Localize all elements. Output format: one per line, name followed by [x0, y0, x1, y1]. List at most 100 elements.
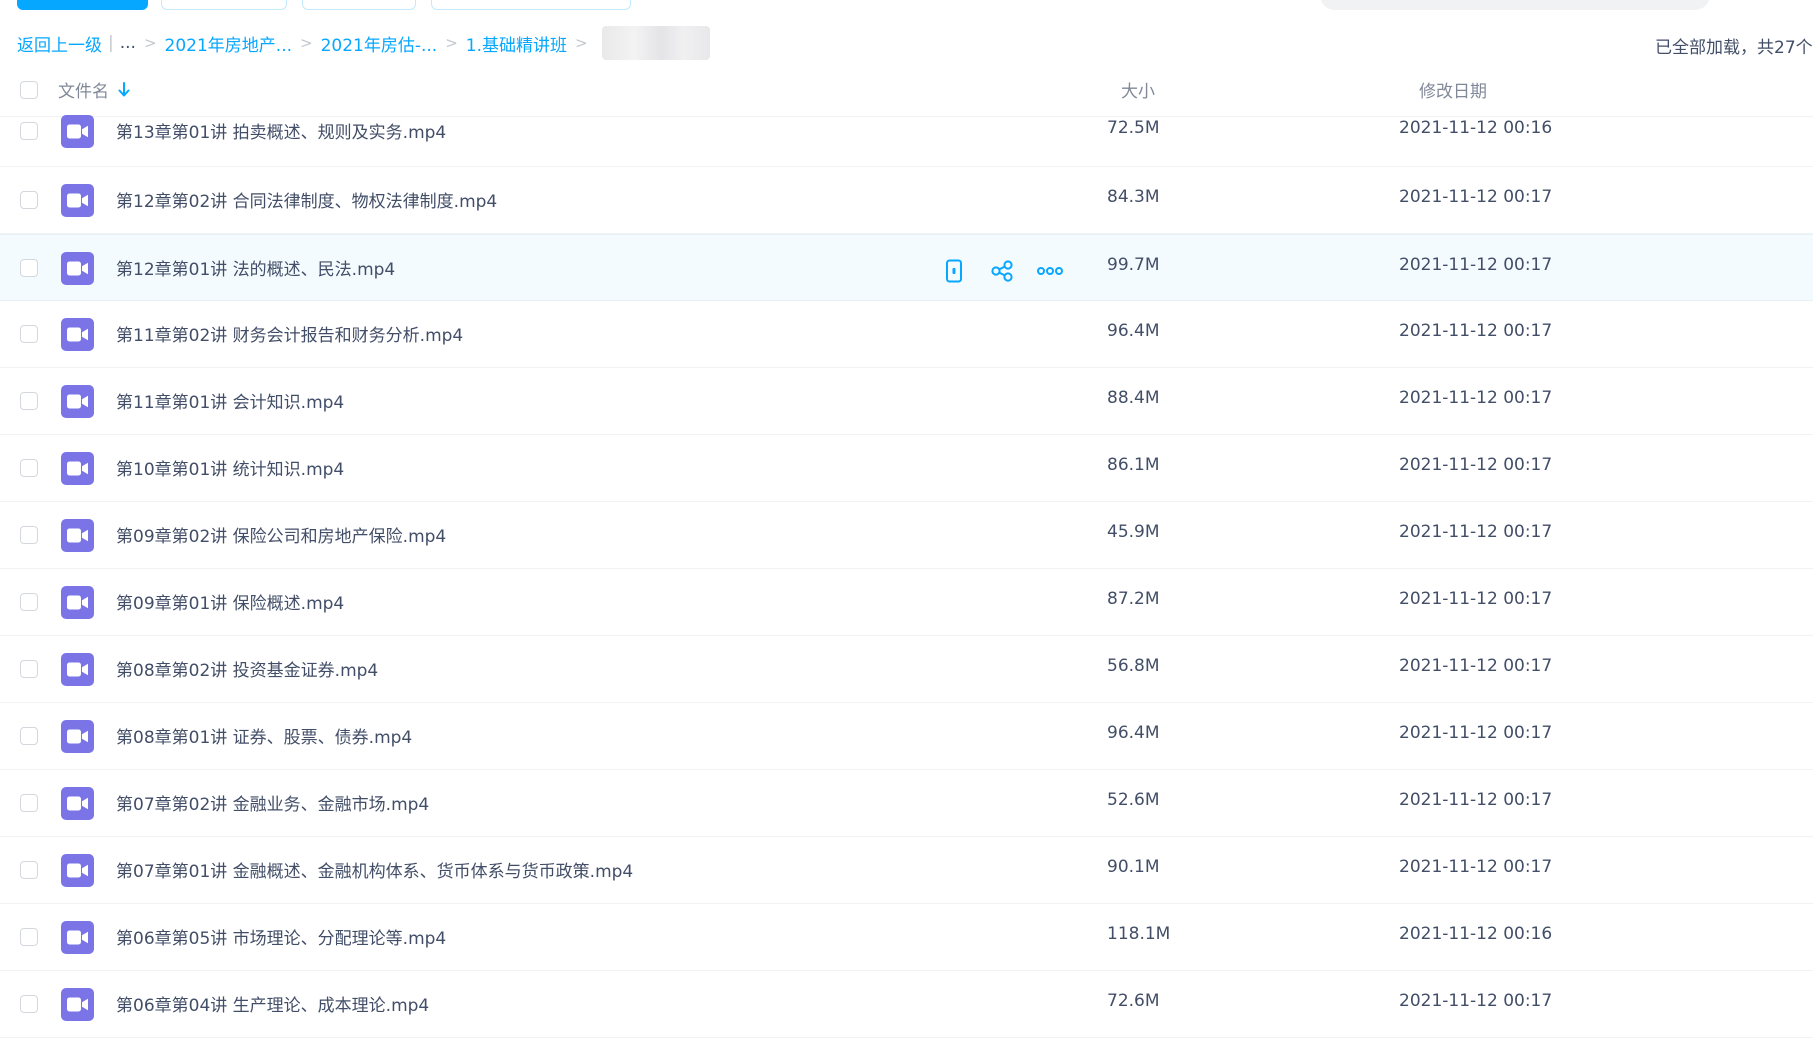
- table-row[interactable]: 第09章第01讲 保险概述.mp4 87.2M 2021-11-12 00:17: [0, 569, 1813, 636]
- breadcrumb-item[interactable]: 2021年房地产...: [165, 31, 292, 56]
- breadcrumb-item[interactable]: 2021年房估-...: [321, 31, 438, 56]
- video-file-icon: [61, 115, 94, 148]
- file-size: 52.6M: [1107, 790, 1160, 810]
- video-file-icon: [61, 720, 94, 753]
- row-checkbox[interactable]: [20, 526, 38, 544]
- video-file-icon: [61, 385, 94, 418]
- file-modified-date: 2021-11-12 00:17: [1399, 790, 1553, 810]
- file-name[interactable]: 第11章第01讲 会计知识.mp4: [116, 388, 344, 413]
- chevron-right-icon: >: [143, 34, 157, 52]
- search-input[interactable]: [1320, 0, 1710, 10]
- row-checkbox[interactable]: [20, 727, 38, 745]
- offline-download-button[interactable]: [302, 0, 416, 10]
- load-status-text: 已全部加载，共27个: [1655, 38, 1813, 58]
- more-tools-button[interactable]: [431, 0, 631, 10]
- row-checkbox[interactable]: [20, 593, 38, 611]
- row-checkbox[interactable]: [20, 928, 38, 946]
- video-file-icon: [61, 252, 94, 285]
- video-file-icon: [61, 184, 94, 217]
- row-checkbox[interactable]: [20, 122, 38, 140]
- video-file-icon: [61, 318, 94, 351]
- file-browser-page: 返回上一级 | ... > 2021年房地产... > 2021年房估-... …: [0, 0, 1813, 1062]
- phone-icon: [946, 259, 962, 283]
- table-row[interactable]: 第10章第01讲 统计知识.mp4 86.1M 2021-11-12 00:17: [0, 435, 1813, 502]
- breadcrumb-divider: |: [108, 33, 114, 53]
- send-to-phone-button[interactable]: [940, 257, 968, 285]
- file-name[interactable]: 第10章第01讲 统计知识.mp4: [116, 455, 344, 480]
- file-name[interactable]: 第07章第02讲 金融业务、金融市场.mp4: [116, 790, 429, 815]
- file-size: 56.8M: [1107, 656, 1160, 676]
- file-name[interactable]: 第09章第02讲 保险公司和房地产保险.mp4: [116, 522, 446, 547]
- video-file-icon: [61, 921, 94, 954]
- file-modified-date: 2021-11-12 00:16: [1399, 924, 1553, 944]
- arrow-down-icon: [118, 81, 130, 96]
- column-header-size[interactable]: 大小: [1121, 77, 1155, 102]
- file-name[interactable]: 第06章第05讲 市场理论、分配理论等.mp4: [116, 924, 446, 949]
- column-header-date[interactable]: 修改日期: [1419, 77, 1487, 102]
- video-file-icon: [61, 452, 94, 485]
- breadcrumb: 返回上一级 | ... > 2021年房地产... > 2021年房估-... …: [17, 26, 710, 60]
- video-file-icon: [61, 519, 94, 552]
- file-size: 96.4M: [1107, 321, 1160, 341]
- file-name[interactable]: 第07章第01讲 金融概述、金融机构体系、货币体系与货币政策.mp4: [116, 857, 633, 882]
- file-name[interactable]: 第09章第01讲 保险概述.mp4: [116, 589, 344, 614]
- table-row[interactable]: 第08章第01讲 证券、股票、债券.mp4 96.4M 2021-11-12 0…: [0, 703, 1813, 770]
- file-modified-date: 2021-11-12 00:17: [1399, 522, 1553, 542]
- file-size: 72.5M: [1107, 118, 1160, 138]
- select-all-checkbox[interactable]: [20, 81, 38, 99]
- back-link[interactable]: 返回上一级: [17, 31, 102, 56]
- table-row[interactable]: 第13章第01讲 拍卖概述、规则及实务.mp4 72.5M 2021-11-12…: [0, 100, 1813, 167]
- more-icon: [1037, 267, 1063, 275]
- file-name[interactable]: 第06章第04讲 生产理论、成本理论.mp4: [116, 991, 429, 1016]
- table-row[interactable]: 第08章第02讲 投资基金证券.mp4 56.8M 2021-11-12 00:…: [0, 636, 1813, 703]
- file-modified-date: 2021-11-12 00:17: [1399, 187, 1553, 207]
- breadcrumb-item[interactable]: 1.基础精讲班: [466, 31, 567, 56]
- file-size: 90.1M: [1107, 857, 1160, 877]
- file-size: 87.2M: [1107, 589, 1160, 609]
- share-button[interactable]: [988, 257, 1016, 285]
- file-name[interactable]: 第08章第02讲 投资基金证券.mp4: [116, 656, 378, 681]
- row-checkbox[interactable]: [20, 861, 38, 879]
- file-name[interactable]: 第12章第01讲 法的概述、民法.mp4: [116, 255, 395, 280]
- row-checkbox[interactable]: [20, 392, 38, 410]
- row-checkbox[interactable]: [20, 794, 38, 812]
- row-checkbox[interactable]: [20, 259, 38, 277]
- table-row[interactable]: 第11章第02讲 财务会计报告和财务分析.mp4 96.4M 2021-11-1…: [0, 301, 1813, 368]
- file-list: 第13章第01讲 拍卖概述、规则及实务.mp4 72.5M 2021-11-12…: [0, 100, 1813, 1038]
- table-row[interactable]: 第07章第02讲 金融业务、金融市场.mp4 52.6M 2021-11-12 …: [0, 770, 1813, 837]
- table-row[interactable]: 第06章第05讲 市场理论、分配理论等.mp4 118.1M 2021-11-1…: [0, 904, 1813, 971]
- row-checkbox[interactable]: [20, 660, 38, 678]
- file-name[interactable]: 第12章第02讲 合同法律制度、物权法律制度.mp4: [116, 187, 497, 212]
- row-checkbox[interactable]: [20, 995, 38, 1013]
- table-row[interactable]: 第06章第04讲 生产理论、成本理论.mp4 72.6M 2021-11-12 …: [0, 971, 1813, 1038]
- new-folder-button[interactable]: [161, 0, 287, 10]
- more-actions-button[interactable]: [1036, 257, 1064, 285]
- table-row[interactable]: 第12章第02讲 合同法律制度、物权法律制度.mp4 84.3M 2021-11…: [0, 167, 1813, 234]
- file-size: 72.6M: [1107, 991, 1160, 1011]
- file-name[interactable]: 第13章第01讲 拍卖概述、规则及实务.mp4: [116, 118, 446, 143]
- upload-button[interactable]: [17, 0, 148, 10]
- video-file-icon: [61, 653, 94, 686]
- row-actions: [940, 257, 1084, 285]
- row-checkbox[interactable]: [20, 459, 38, 477]
- table-row[interactable]: 第11章第01讲 会计知识.mp4 88.4M 2021-11-12 00:17: [0, 368, 1813, 435]
- table-row[interactable]: 第07章第01讲 金融概述、金融机构体系、货币体系与货币政策.mp4 90.1M…: [0, 837, 1813, 904]
- video-file-icon: [61, 787, 94, 820]
- file-name[interactable]: 第11章第02讲 财务会计报告和财务分析.mp4: [116, 321, 463, 346]
- file-name[interactable]: 第08章第01讲 证券、股票、债券.mp4: [116, 723, 412, 748]
- file-size: 45.9M: [1107, 522, 1160, 542]
- file-modified-date: 2021-11-12 00:17: [1399, 388, 1553, 408]
- file-size: 86.1M: [1107, 455, 1160, 475]
- chevron-right-icon: >: [575, 34, 588, 52]
- file-modified-date: 2021-11-12 00:17: [1399, 656, 1553, 676]
- file-modified-date: 2021-11-12 00:16: [1399, 118, 1553, 138]
- row-checkbox[interactable]: [20, 325, 38, 343]
- row-checkbox[interactable]: [20, 191, 38, 209]
- file-modified-date: 2021-11-12 00:17: [1399, 255, 1553, 275]
- file-size: 99.7M: [1107, 255, 1160, 275]
- breadcrumb-ellipsis[interactable]: ...: [120, 33, 136, 53]
- table-row[interactable]: 第12章第01讲 法的概述、民法.mp4 99.7M 2021-11-12 00…: [0, 234, 1813, 301]
- table-row[interactable]: 第09章第02讲 保险公司和房地产保险.mp4 45.9M 2021-11-12…: [0, 502, 1813, 569]
- file-modified-date: 2021-11-12 00:17: [1399, 991, 1553, 1011]
- column-header-name[interactable]: 文件名: [58, 77, 131, 102]
